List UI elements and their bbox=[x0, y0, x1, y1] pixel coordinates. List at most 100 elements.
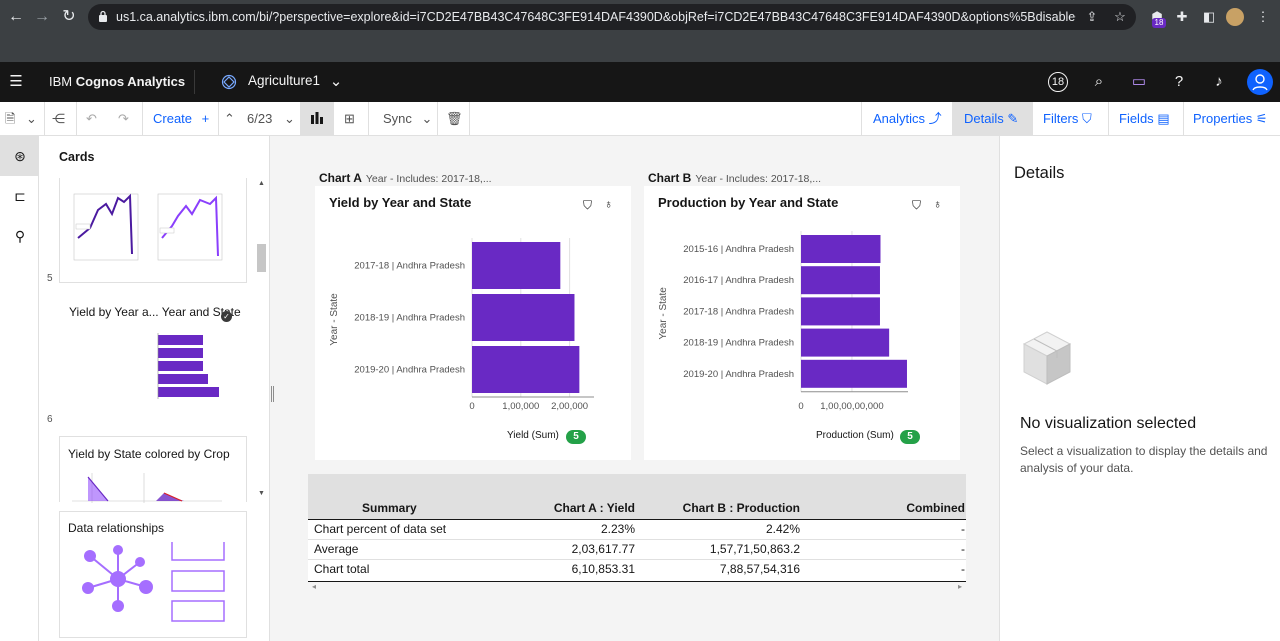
tab-filters[interactable]: Filters ⛉ bbox=[1043, 110, 1092, 128]
network-diagram-thumbnail bbox=[82, 542, 225, 622]
row-divider bbox=[308, 559, 966, 560]
card-yield-by-state[interactable]: Yield by State colored by Crop bbox=[59, 436, 247, 503]
toolbar-divider bbox=[1032, 102, 1033, 136]
chart-b-header: Chart B Year - Includes: 2017-18,... bbox=[648, 171, 822, 185]
chart-b-plot: 0 1,00,00,00,000 2015-16 | Andhra Pradesh 2… bbox=[658, 231, 908, 412]
bookmark-star-icon[interactable]: ☆ bbox=[1112, 9, 1128, 25]
tab-properties[interactable]: Properties ⚟ bbox=[1193, 110, 1268, 128]
chevron-down-icon[interactable]: ⌄ bbox=[326, 72, 346, 92]
splitter-handle-icon[interactable] bbox=[271, 386, 274, 402]
toolbar-divider bbox=[1183, 102, 1184, 136]
reload-icon[interactable]: ↻ bbox=[58, 6, 80, 28]
pin-icon[interactable]: ⚲ bbox=[10, 226, 30, 246]
back-icon[interactable]: ← bbox=[5, 6, 27, 28]
share-icon[interactable]: ⇪ bbox=[1084, 9, 1100, 25]
puzzle-icon[interactable]: ✚ bbox=[1173, 8, 1191, 26]
sidepanel-icon[interactable]: ◧ bbox=[1200, 8, 1218, 26]
cards-panel: Cards 5 Yield by Year a... Year and Stat… bbox=[39, 136, 269, 641]
toolbar-divider bbox=[44, 102, 45, 136]
filter-icon[interactable]: ⛉ bbox=[583, 198, 592, 213]
sync-button[interactable]: Sync ⌄ bbox=[383, 110, 432, 128]
create-button[interactable]: Create + bbox=[153, 110, 209, 128]
table-cell: 7,88,57,54,316 bbox=[719, 562, 800, 576]
table-cell: 6,10,853.31 bbox=[571, 562, 635, 576]
summary-body: Chart percent of data set 2.23% 2.42% - Aver… bbox=[308, 520, 966, 580]
y-tick-label: 2018-19 | Andhra Pradesh bbox=[683, 338, 794, 349]
card-data-relationships[interactable]: Data relationships bbox=[59, 511, 247, 638]
chart-a-title: Yield by Year and State bbox=[329, 195, 472, 210]
notification-count[interactable]: 18 bbox=[1048, 72, 1068, 92]
search-icon[interactable]: ⌕ bbox=[1089, 72, 1109, 92]
y-tick-label: 2019-20 | Andhra Pradesh bbox=[354, 365, 465, 376]
page-indicator: 6/23 bbox=[247, 111, 273, 126]
save-chevron-icon[interactable]: ⌄ bbox=[26, 110, 37, 128]
address-bar[interactable]: us1.ca.analytics.ibm.com/bi/?perspective… bbox=[88, 4, 1136, 30]
help-icon[interactable]: ? bbox=[1169, 72, 1189, 92]
chart-b-title: Production by Year and State bbox=[658, 195, 839, 210]
scroll-left-icon[interactable]: ◂ bbox=[312, 582, 316, 591]
chart-b-measure: Production (Sum) bbox=[816, 430, 894, 441]
header-chart-b: Chart B : Production bbox=[682, 501, 800, 515]
scroll-down-icon[interactable]: ▼ bbox=[258, 490, 265, 497]
details-title: Details bbox=[1014, 164, 1065, 182]
profile-avatar[interactable] bbox=[1226, 8, 1244, 26]
cards-icon[interactable]: ⊛ bbox=[10, 146, 30, 166]
dashboard-icon bbox=[221, 74, 237, 90]
row-label: Chart percent of data set bbox=[314, 522, 447, 536]
chevron-down-icon[interactable]: ⌄ bbox=[284, 110, 295, 128]
summary-header: Summary Chart A : Yield Chart B : Produc… bbox=[308, 474, 966, 520]
line-chart-thumbnail bbox=[73, 193, 223, 261]
dashboard-name[interactable]: Agriculture1 bbox=[248, 73, 320, 88]
card-thumbnail-5[interactable] bbox=[59, 178, 247, 283]
app-title: IBM Cognos Analytics bbox=[49, 74, 186, 89]
delete-icon[interactable]: 🗑 bbox=[446, 110, 463, 128]
explore-view-button[interactable] bbox=[300, 102, 334, 135]
header-chart-a: Chart A : Yield bbox=[553, 501, 635, 515]
chat-icon[interactable]: ▭ bbox=[1129, 72, 1149, 92]
insight-bulb-icon[interactable]: ♁ bbox=[933, 197, 942, 211]
extension-badge: 18 bbox=[1152, 18, 1166, 28]
browser-toolbar: ← → ↻ us1.ca.analytics.ibm.com/bi/?persp… bbox=[0, 0, 1280, 62]
chevron-up-icon[interactable]: ⌃ bbox=[224, 110, 235, 128]
left-rail: ⊛ ⊏ ⚲ bbox=[0, 136, 39, 641]
share-icon[interactable]: ⋲ bbox=[52, 110, 65, 128]
chart-a-header: Chart A Year - Includes: 2017-18,... bbox=[319, 171, 492, 185]
filter-icon[interactable]: ⛉ bbox=[912, 198, 921, 213]
row-label: Average bbox=[314, 542, 359, 556]
lock-icon bbox=[99, 10, 107, 22]
empty-state-description: Select a visualization to display the de… bbox=[1020, 444, 1268, 475]
bar bbox=[472, 294, 575, 341]
notifications-bell-icon[interactable]: ♪ bbox=[1209, 72, 1229, 92]
save-icon[interactable]: 🗎 bbox=[5, 110, 15, 128]
scroll-up-icon[interactable]: ▲ bbox=[258, 180, 265, 187]
table-cell: 2.23% bbox=[600, 522, 635, 536]
cards-scrollbar[interactable]: ▲ ▼ bbox=[256, 180, 266, 502]
header-summary: Summary bbox=[362, 501, 417, 515]
scrollbar-thumb[interactable] bbox=[257, 244, 266, 272]
row-label: Chart total bbox=[314, 562, 370, 576]
undo-icon[interactable]: ↶ bbox=[86, 110, 97, 128]
insight-bulb-icon[interactable]: ♁ bbox=[604, 197, 613, 211]
hierarchy-icon[interactable]: ⊏ bbox=[10, 186, 30, 206]
chart-a-card[interactable]: Yield by Year and State ⛉ ♁ 0 1,00,000 2,0… bbox=[315, 186, 631, 460]
bar bbox=[472, 242, 561, 289]
redo-icon[interactable]: ↷ bbox=[118, 110, 129, 128]
table-cell: 2,03,617.77 bbox=[571, 542, 635, 556]
chart-b-badge: 5 bbox=[900, 430, 920, 444]
compare-icon[interactable]: ⊞ bbox=[344, 110, 355, 128]
tab-analytics[interactable]: Analytics ⤴ bbox=[873, 110, 942, 128]
user-avatar[interactable] bbox=[1247, 69, 1273, 95]
tab-details[interactable]: Details ✎ bbox=[964, 110, 1018, 128]
browser-menu-icon[interactable]: ⋮ bbox=[1254, 8, 1272, 26]
forward-icon[interactable]: → bbox=[31, 6, 53, 28]
card-number: 6 bbox=[47, 414, 53, 425]
scroll-right-icon[interactable]: ▸ bbox=[958, 582, 962, 591]
checkmark-icon: ✓ bbox=[221, 311, 232, 322]
toolbar-divider bbox=[469, 102, 470, 136]
chart-b-card[interactable]: Production by Year and State ⛉ ♁ 0 1,00,0… bbox=[644, 186, 960, 460]
hamburger-menu-icon[interactable]: ☰ bbox=[6, 72, 26, 92]
chevron-down-icon: ⌄ bbox=[421, 111, 433, 126]
tab-fields[interactable]: Fields ▤ bbox=[1119, 110, 1170, 128]
summary-hscrollbar[interactable]: ◂ ▸ bbox=[308, 582, 966, 594]
toolbar-divider bbox=[1108, 102, 1109, 136]
